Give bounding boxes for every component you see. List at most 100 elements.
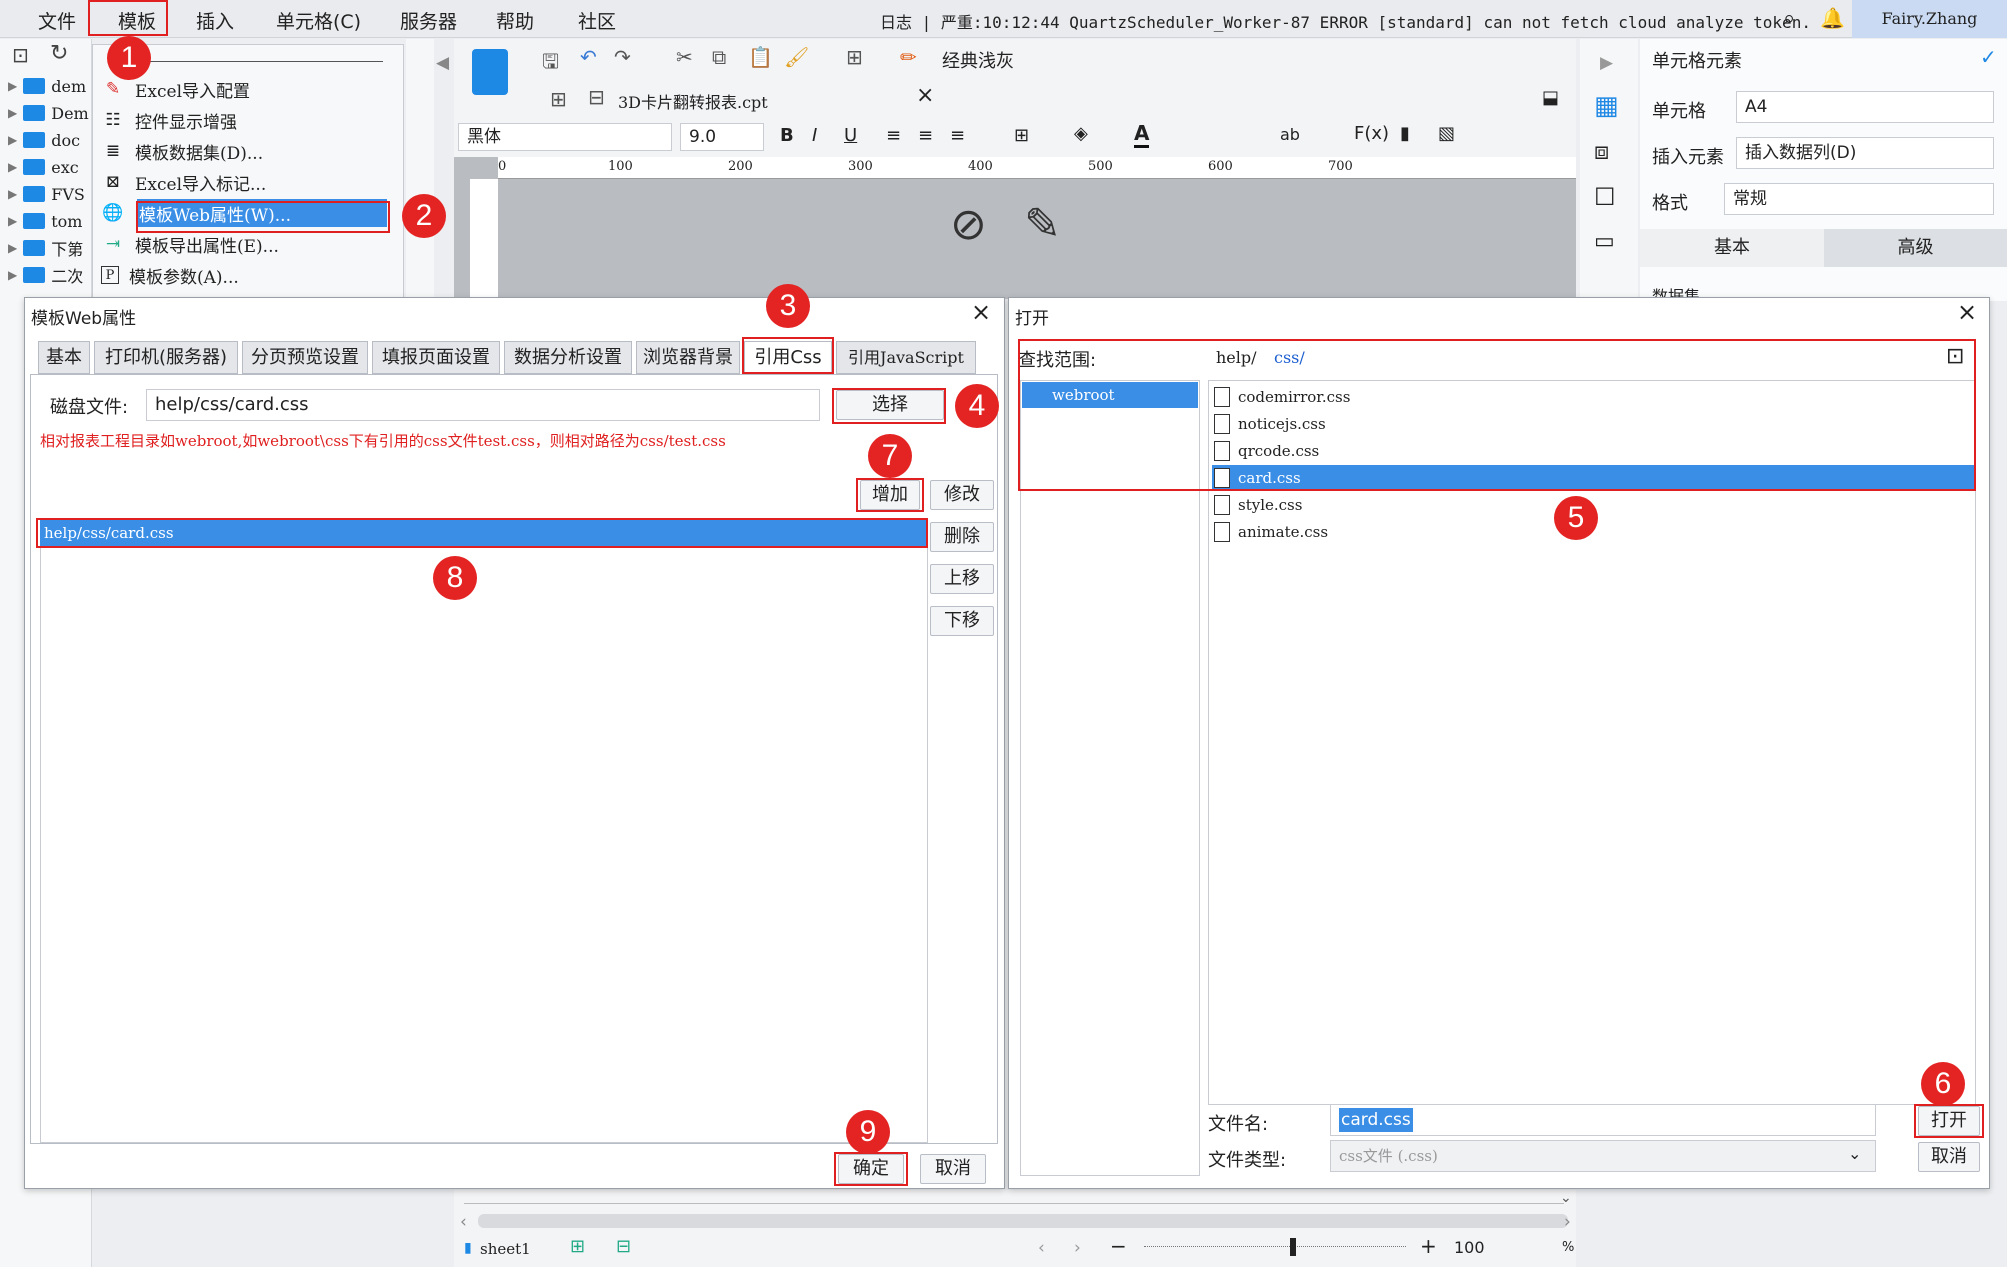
tree-item[interactable]: ▶ 二次 — [8, 263, 83, 287]
menu-item-export-props[interactable]: ⇥ 模板导出属性(E)... — [101, 230, 393, 258]
disk-file-input[interactable]: help/css/card.css — [146, 389, 820, 421]
css-list[interactable] — [40, 518, 928, 1143]
tree-item[interactable]: ▶ exc — [8, 155, 79, 179]
zoom-thumb[interactable] — [1290, 1238, 1296, 1256]
expand-icon[interactable]: ▶ — [8, 268, 17, 282]
list-item[interactable]: help/css/card.css — [40, 520, 926, 546]
filetype-select[interactable]: css文件 (.css) — [1330, 1140, 1876, 1172]
expand-icon[interactable]: ▶ — [8, 133, 17, 147]
tab-data-analysis[interactable]: 数据分析设置 — [504, 341, 632, 374]
align-left-icon[interactable]: ≡ — [886, 125, 901, 146]
tree-item[interactable]: ▶ FVS — [8, 182, 85, 206]
filename-input[interactable]: card.css — [1330, 1104, 1876, 1136]
add-sheet-icon[interactable]: ⊞ — [570, 1236, 585, 1257]
tab-menu-icon[interactable]: ⬓ — [1542, 87, 1559, 108]
menu-cell[interactable]: 单元格(C) — [276, 7, 361, 34]
prev-page-icon[interactable]: ‹ — [1038, 1238, 1045, 1258]
close-icon[interactable]: × — [971, 298, 991, 326]
tree-item[interactable]: ▶ dem — [8, 74, 86, 98]
search-icon[interactable]: ⌕ — [1783, 6, 1795, 31]
hide-icon[interactable]: ⊘ — [950, 199, 987, 250]
tab-fill-page[interactable]: 填报页面设置 — [372, 341, 500, 374]
menu-server[interactable]: 服务器 — [400, 7, 457, 34]
menu-item-template-dataset[interactable]: ≣ 模板数据集(D)... — [101, 137, 393, 165]
menu-item-widget-enhance[interactable]: ☷ 控件显示增强 — [101, 106, 393, 134]
collapse-left-icon[interactable]: ◀ — [436, 53, 449, 73]
expand-icon[interactable]: ▶ — [8, 79, 17, 93]
refresh-icon[interactable]: ↻ — [50, 41, 68, 66]
modify-button[interactable]: 修改 — [930, 480, 994, 510]
tree-item[interactable]: ▶ 下第 — [8, 236, 83, 260]
cell-input[interactable]: A4 — [1736, 91, 1994, 123]
file-item[interactable]: noticejs.css — [1212, 411, 1974, 437]
menu-template[interactable]: 模板 — [118, 7, 156, 34]
close-icon[interactable]: × — [1957, 298, 1977, 326]
delete-button[interactable]: 删除 — [930, 522, 994, 552]
expand-icon[interactable]: ▶ — [8, 214, 17, 228]
new-folder-icon[interactable]: ⊡ — [1946, 344, 1964, 369]
menu-item-excel-import-mark[interactable]: ⊠ Excel导入标记... — [101, 168, 393, 196]
copy-icon[interactable]: ⧉ — [712, 45, 726, 69]
fill-color-icon[interactable]: ◈ — [1074, 123, 1088, 144]
expand-icon[interactable]: ▶ — [8, 241, 17, 255]
cancel-button[interactable]: 取消 — [920, 1154, 986, 1184]
zoom-in-icon[interactable]: + — [1420, 1234, 1437, 1258]
font-select[interactable]: 黑体 — [458, 123, 672, 151]
zoom-out-icon[interactable]: − — [1110, 1234, 1127, 1258]
chevron-down-icon[interactable]: ⌄ — [1848, 1144, 1861, 1163]
choose-button[interactable]: 选择 — [836, 390, 944, 420]
tree-item[interactable]: ▶ doc — [8, 128, 80, 152]
user-name[interactable]: Fairy.Zhang — [1852, 0, 2007, 38]
bold-icon[interactable]: B — [780, 125, 794, 146]
open-button[interactable]: 打开 — [1918, 1106, 1980, 1136]
insert-select[interactable]: 插入数据列(D) — [1736, 137, 1994, 169]
widget-panel-icon[interactable]: ▭ — [1594, 229, 1615, 254]
align-right-icon[interactable]: ≡ — [950, 125, 965, 146]
save-icon[interactable]: 🖫 — [542, 47, 559, 81]
format-select[interactable]: 常规 — [1724, 183, 1994, 215]
bell-icon[interactable]: 🔔 — [1820, 6, 1845, 30]
underline-icon[interactable]: U — [844, 125, 857, 146]
path-current[interactable]: css/ — [1274, 348, 1305, 367]
align-center-icon[interactable]: ≡ — [918, 125, 933, 146]
path-root[interactable]: help/ — [1216, 348, 1257, 367]
format-painter-icon[interactable]: 🖌 — [784, 45, 809, 69]
menu-item-template-params[interactable]: P 模板参数(A)... — [101, 261, 393, 289]
horizontal-scrollbar[interactable] — [478, 1214, 1568, 1228]
undo-icon[interactable]: ↶ — [580, 45, 597, 69]
add-button[interactable]: 增加 — [860, 480, 920, 510]
report-icon[interactable] — [472, 49, 508, 95]
preview-icon[interactable]: ⊞ — [846, 45, 863, 69]
file-tab-title[interactable]: 3D卡片翻转报表.cpt — [618, 89, 768, 113]
move-down-button[interactable]: 下移 — [930, 606, 994, 636]
style-name[interactable]: 经典浅灰 — [942, 47, 1014, 73]
menu-community[interactable]: 社区 — [578, 7, 616, 34]
file-item[interactable]: codemirror.css — [1212, 384, 1974, 410]
file-item-selected[interactable]: card.css — [1212, 465, 1974, 491]
image-icon[interactable]: ▧ — [1438, 123, 1455, 144]
chart-icon[interactable]: ▮ — [1400, 123, 1410, 144]
menu-item-excel-import-config[interactable]: ✎ Excel导入配置 — [101, 75, 393, 103]
tab-basic[interactable]: 基本 — [38, 341, 90, 374]
tab-browser-background[interactable]: 浏览器背景 — [636, 341, 740, 374]
add-form-icon[interactable]: ⊟ — [616, 1236, 631, 1257]
expand-icon[interactable]: ▶ — [8, 160, 17, 174]
tab-paging-preview[interactable]: 分页预览设置 — [242, 341, 368, 374]
formula-icon[interactable]: F(x) — [1354, 123, 1389, 144]
tab-advanced[interactable]: 高级 — [1824, 229, 2007, 267]
close-tab-icon[interactable]: × — [916, 83, 934, 108]
file-item[interactable]: qrcode.css — [1212, 438, 1974, 464]
new-folder-icon[interactable]: ⊡ — [12, 43, 29, 67]
scroll-down-icon[interactable]: ⌄ — [1560, 1190, 1572, 1206]
menu-file[interactable]: 文件 — [38, 7, 76, 34]
tree-item[interactable]: ▶ Dem — [8, 101, 89, 125]
expand-icon[interactable]: ▶ — [8, 106, 17, 120]
font-size-select[interactable]: 9.0 — [680, 123, 764, 151]
border-icon[interactable]: ⊞ — [1014, 125, 1029, 146]
place-webroot[interactable]: webroot — [1022, 382, 1198, 408]
tab-basic[interactable]: 基本 — [1640, 229, 1824, 267]
menu-help[interactable]: 帮助 — [496, 7, 534, 34]
style-icon[interactable]: ✏ — [900, 45, 917, 69]
sheet-tab[interactable]: sheet1 — [480, 1240, 531, 1258]
zoom-slider[interactable] — [1144, 1246, 1406, 1247]
